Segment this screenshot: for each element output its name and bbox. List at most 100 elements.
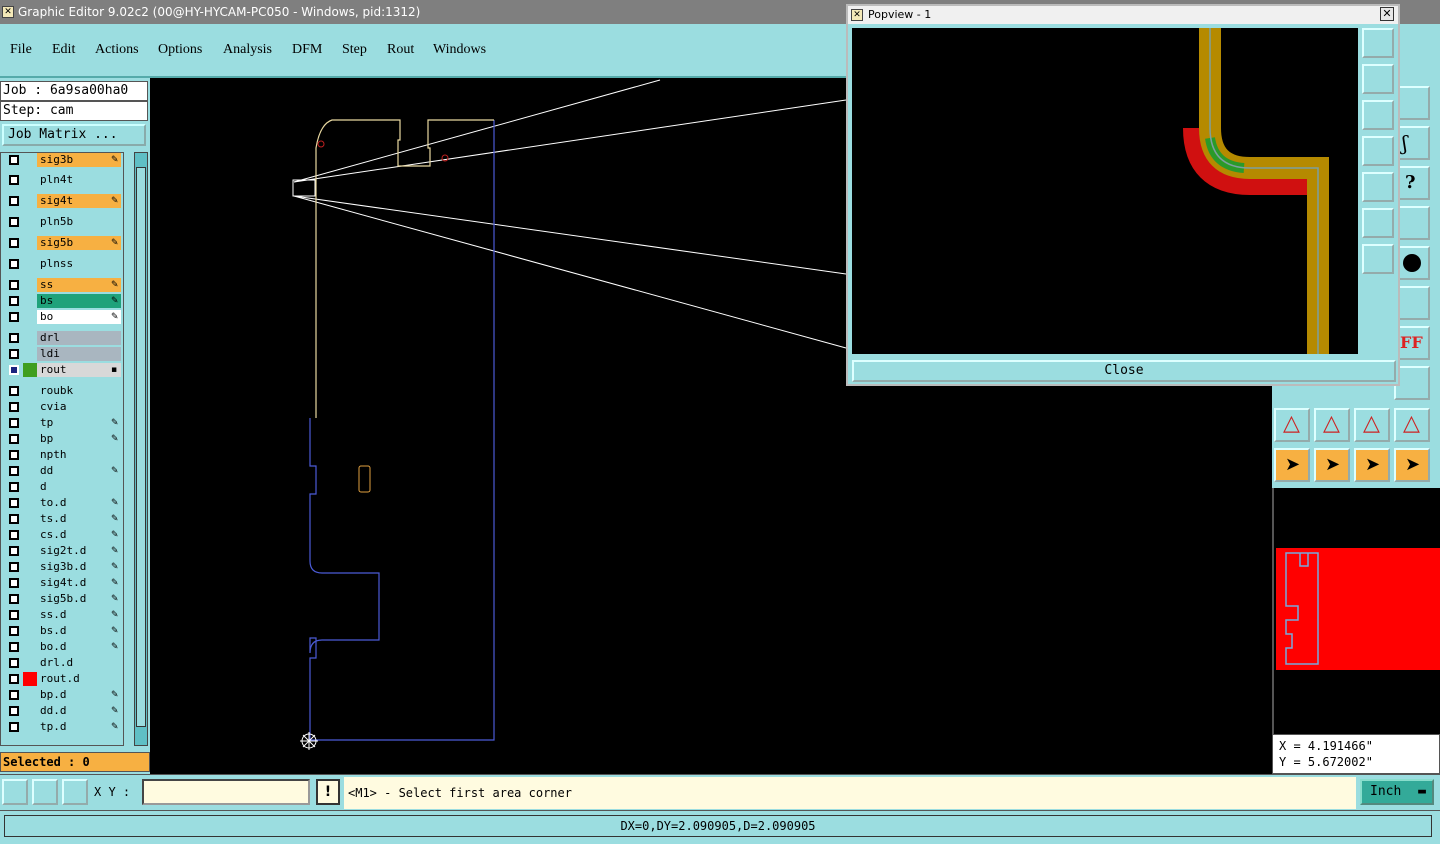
layer-checkbox[interactable]: [9, 349, 19, 359]
menu-dfm[interactable]: DFM: [292, 42, 322, 58]
layer-row-sig4t[interactable]: sig4t ✎: [3, 194, 123, 208]
tool-triangle-2[interactable]: △: [1314, 408, 1350, 442]
tool-select-2[interactable]: ➤: [1314, 448, 1350, 482]
layer-row-sig3b[interactable]: sig3b ✎: [3, 153, 123, 167]
layer-name[interactable]: bo: [37, 310, 121, 324]
tool-triangle-4[interactable]: △: [1394, 408, 1430, 442]
layer-name[interactable]: rout: [37, 363, 121, 377]
layer-name[interactable]: bp.d: [37, 688, 121, 702]
layer-row-ss[interactable]: ss ✎: [3, 278, 123, 292]
grid-icon[interactable]: [62, 779, 88, 805]
layer-checkbox[interactable]: [9, 386, 19, 396]
layer-checkbox[interactable]: [9, 626, 19, 636]
layer-name[interactable]: ts.d: [37, 512, 121, 526]
xy-input[interactable]: [142, 779, 310, 805]
layer-checkbox[interactable]: [9, 530, 19, 540]
menu-step[interactable]: Step: [342, 42, 367, 58]
measure-icon[interactable]: [2, 779, 28, 805]
layer-checkbox[interactable]: [9, 610, 19, 620]
menu-edit[interactable]: Edit: [52, 42, 75, 58]
layer-checkbox[interactable]: [9, 238, 19, 248]
menu-rout[interactable]: Rout: [387, 42, 414, 58]
layer-row-bs-d[interactable]: bs.d ✎: [3, 624, 123, 638]
layer-row-cs-d[interactable]: cs.d ✎: [3, 528, 123, 542]
layer-row-dd[interactable]: dd ✎: [3, 464, 123, 478]
layer-checkbox[interactable]: [9, 594, 19, 604]
layer-checkbox[interactable]: [9, 312, 19, 322]
pop-tool-zoom-in[interactable]: [1362, 208, 1394, 238]
layer-checkbox[interactable]: [9, 498, 19, 508]
layer-row-pln5b[interactable]: pln5b: [3, 215, 123, 229]
layer-checkbox[interactable]: [9, 482, 19, 492]
layer-name[interactable]: rout.d: [37, 672, 121, 686]
menu-windows[interactable]: Windows: [433, 42, 486, 58]
layer-name[interactable]: bs.d: [37, 624, 121, 638]
layer-name[interactable]: plnss: [37, 257, 121, 271]
layer-name[interactable]: dd.d: [37, 704, 121, 718]
tool-triangle-1[interactable]: △: [1274, 408, 1310, 442]
layer-name[interactable]: npth: [37, 448, 121, 462]
pop-tool-pan-up[interactable]: [1362, 64, 1394, 94]
tool-select-1[interactable]: ➤: [1274, 448, 1310, 482]
pop-tool-pan-right[interactable]: [1362, 172, 1394, 202]
pop-tool-pan-down[interactable]: [1362, 100, 1394, 130]
layer-name[interactable]: sig4t.d: [37, 576, 121, 590]
layer-name[interactable]: d: [37, 480, 121, 494]
layer-name[interactable]: sig5b.d: [37, 592, 121, 606]
layer-checkbox[interactable]: [9, 466, 19, 476]
scrollbar-thumb[interactable]: [136, 167, 146, 727]
layer-name[interactable]: roubk: [37, 384, 121, 398]
pop-tool-pan-left[interactable]: [1362, 136, 1394, 166]
layer-row-tp[interactable]: tp ✎: [3, 416, 123, 430]
layer-row-d[interactable]: d: [3, 480, 123, 494]
layer-name[interactable]: ss.d: [37, 608, 121, 622]
layer-name[interactable]: bs: [37, 294, 121, 308]
layer-checkbox[interactable]: [9, 175, 19, 185]
layer-name[interactable]: sig4t: [37, 194, 121, 208]
layer-checkbox[interactable]: [9, 562, 19, 572]
layer-checkbox[interactable]: [9, 196, 19, 206]
layer-checkbox[interactable]: [9, 514, 19, 524]
popview-close-button[interactable]: Close: [852, 360, 1396, 382]
layer-checkbox[interactable]: [9, 217, 19, 227]
layer-checkbox[interactable]: [9, 674, 19, 684]
minimap[interactable]: [1272, 488, 1440, 734]
layer-checkbox[interactable]: [9, 333, 19, 343]
tool-triangle-3[interactable]: △: [1354, 408, 1390, 442]
layer-name[interactable]: cs.d: [37, 528, 121, 542]
layer-checkbox[interactable]: [9, 259, 19, 269]
layer-row-sig4t-d[interactable]: sig4t.d ✎: [3, 576, 123, 590]
layer-row-drl[interactable]: drl: [3, 331, 123, 345]
layer-row-tp-d[interactable]: tp.d ✎: [3, 720, 123, 734]
layer-row-dd-d[interactable]: dd.d ✎: [3, 704, 123, 718]
layer-checkbox[interactable]: [9, 434, 19, 444]
layer-checkbox[interactable]: [9, 365, 19, 375]
layer-row-ss-d[interactable]: ss.d ✎: [3, 608, 123, 622]
layer-name[interactable]: dd: [37, 464, 121, 478]
layer-row-ts-d[interactable]: ts.d ✎: [3, 512, 123, 526]
menu-analysis[interactable]: Analysis: [223, 42, 272, 58]
layer-checkbox[interactable]: [9, 546, 19, 556]
layer-row-rout[interactable]: rout ▪: [3, 363, 123, 377]
layer-name[interactable]: drl: [37, 331, 121, 345]
layer-name[interactable]: pln4t: [37, 173, 121, 187]
layer-row-bp[interactable]: bp ✎: [3, 432, 123, 446]
layer-name[interactable]: pln5b: [37, 215, 121, 229]
layer-row-rout-d[interactable]: rout.d: [3, 672, 123, 686]
layer-row-bo-d[interactable]: bo.d ✎: [3, 640, 123, 654]
layer-row-to-d[interactable]: to.d ✎: [3, 496, 123, 510]
menu-actions[interactable]: Actions: [95, 42, 139, 58]
alert-button[interactable]: !: [316, 779, 340, 805]
layer-name[interactable]: cvia: [37, 400, 121, 414]
layer-row-sig3b-d[interactable]: sig3b.d ✎: [3, 560, 123, 574]
layer-row-roubk[interactable]: roubk: [3, 384, 123, 398]
pop-tool-zoom[interactable]: [1362, 28, 1394, 58]
layer-row-plnss[interactable]: plnss: [3, 257, 123, 271]
layer-name[interactable]: tp: [37, 416, 121, 430]
layer-checkbox[interactable]: [9, 690, 19, 700]
layer-row-ldi[interactable]: ldi: [3, 347, 123, 361]
layer-name[interactable]: sig2t.d: [37, 544, 121, 558]
layer-name[interactable]: sig5b: [37, 236, 121, 250]
layer-row-sig5b-d[interactable]: sig5b.d ✎: [3, 592, 123, 606]
layer-checkbox[interactable]: [9, 402, 19, 412]
